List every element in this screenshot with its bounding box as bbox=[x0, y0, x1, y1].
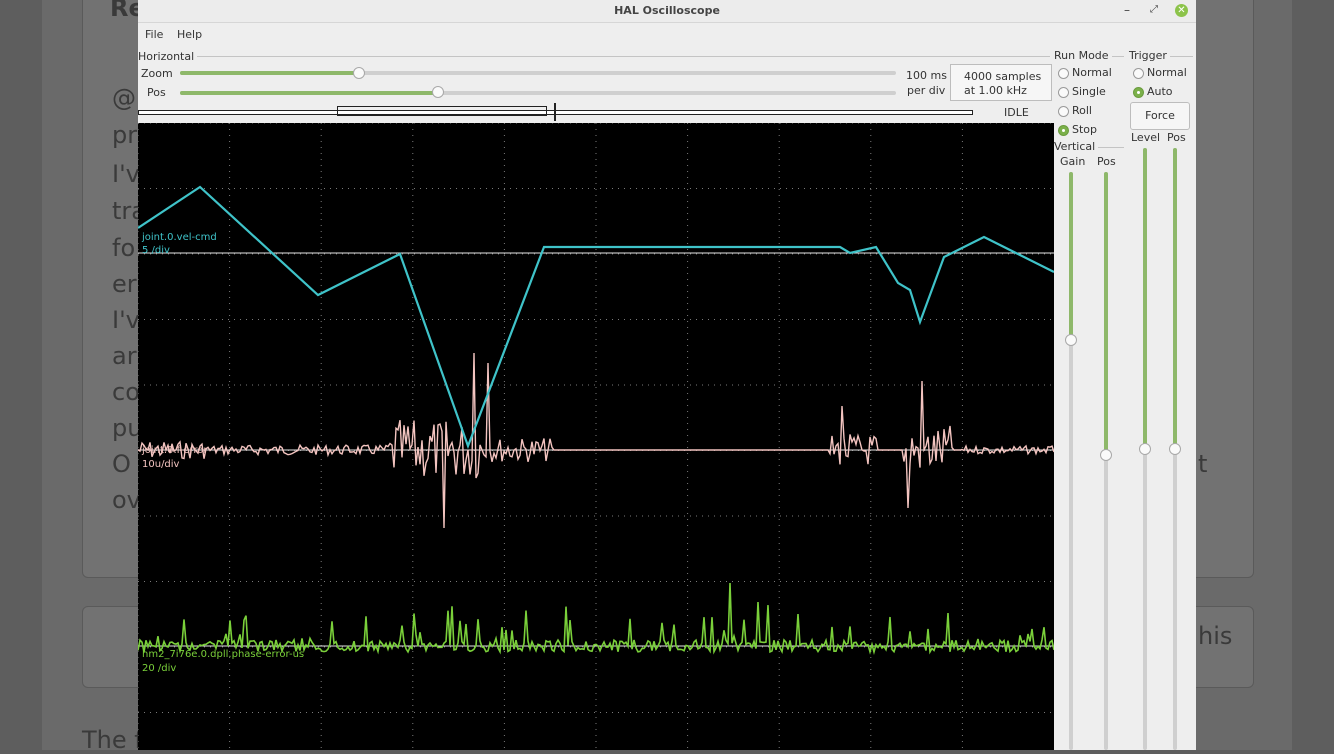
background-text: co bbox=[112, 378, 140, 406]
trigger-level-label: Level bbox=[1131, 131, 1161, 144]
background-text: @ bbox=[112, 84, 136, 112]
gain-slider[interactable] bbox=[1069, 172, 1073, 750]
background-text: pr bbox=[112, 121, 138, 149]
trigger-point-marker bbox=[554, 103, 556, 121]
run-mode-normal-label[interactable]: Normal bbox=[1072, 66, 1112, 79]
window-title: HAL Oscilloscope bbox=[614, 4, 720, 17]
pos-label: Pos bbox=[147, 86, 166, 99]
vertical-pos-label: Pos bbox=[1097, 155, 1116, 168]
gain-slider-fill bbox=[1069, 172, 1073, 340]
horizontal-label: Horizontal bbox=[138, 50, 198, 63]
zoom-slider[interactable] bbox=[180, 71, 896, 75]
trigger-level-slider-fill bbox=[1143, 148, 1147, 449]
run-mode-roll-label[interactable]: Roll bbox=[1072, 104, 1092, 117]
channel-3-scale: 20 /div bbox=[142, 663, 176, 674]
run-mode-label: Run Mode bbox=[1054, 49, 1112, 62]
scope-display[interactable]: joint.0.vel-cmd 5 /div joint.0.f-error 1… bbox=[138, 122, 1055, 750]
title-bar[interactable]: HAL Oscilloscope – ⤢ ✕ bbox=[138, 0, 1196, 23]
background-text: fo bbox=[112, 234, 136, 262]
pos-slider-fill bbox=[180, 91, 438, 95]
background-text: ov bbox=[112, 486, 141, 514]
zoom-slider-handle[interactable] bbox=[353, 67, 365, 79]
sample-rate: at 1.00 kHz bbox=[964, 84, 1027, 97]
scope-status: IDLE bbox=[1004, 106, 1029, 119]
close-icon[interactable]: ✕ bbox=[1175, 4, 1188, 17]
run-mode-single-label[interactable]: Single bbox=[1072, 85, 1106, 98]
horizontal-frame bbox=[138, 56, 1050, 57]
menu-help[interactable]: Help bbox=[177, 28, 202, 41]
force-trigger-button[interactable]: Force bbox=[1130, 102, 1190, 130]
background-text: t bbox=[1198, 450, 1208, 478]
maximize-icon[interactable]: ⤢ bbox=[1150, 4, 1158, 15]
run-mode-stop-label[interactable]: Stop bbox=[1072, 123, 1097, 136]
run-mode-roll-radio[interactable] bbox=[1058, 106, 1069, 117]
gain-label: Gain bbox=[1060, 155, 1086, 168]
background-text: I'v bbox=[112, 306, 140, 334]
channel-3-trace bbox=[138, 582, 1055, 655]
menu-file[interactable]: File bbox=[145, 28, 163, 41]
zoom-slider-fill bbox=[180, 71, 359, 75]
menu-bar: File Help bbox=[138, 23, 1196, 47]
background-text: O bbox=[112, 450, 131, 478]
run-mode-stop-radio[interactable] bbox=[1058, 125, 1069, 136]
zoom-label: Zoom bbox=[141, 67, 173, 80]
scope-plot: joint.0.vel-cmd 5 /div joint.0.f-error 1… bbox=[138, 122, 1055, 750]
background-text: his bbox=[1198, 622, 1233, 650]
gain-slider-handle[interactable] bbox=[1065, 333, 1077, 346]
time-scale-unit: per div bbox=[907, 84, 946, 97]
channel-1-scale: 5 /div bbox=[142, 245, 170, 256]
sample-count: 4000 samples bbox=[964, 70, 1042, 83]
vertical-label: Vertical bbox=[1054, 140, 1099, 153]
trigger-pos-slider-handle[interactable] bbox=[1169, 443, 1181, 455]
trigger-pos-slider-fill bbox=[1173, 148, 1177, 449]
oscilloscope-window: HAL Oscilloscope – ⤢ ✕ File Help Horizon… bbox=[138, 0, 1196, 750]
run-mode-normal-radio[interactable] bbox=[1058, 68, 1069, 79]
trigger-auto-radio[interactable] bbox=[1133, 87, 1144, 98]
trigger-label: Trigger bbox=[1129, 49, 1170, 62]
vertical-pos-slider-handle[interactable] bbox=[1100, 449, 1112, 462]
channel-1-name: joint.0.vel-cmd bbox=[141, 232, 217, 243]
trigger-level-slider-handle[interactable] bbox=[1139, 443, 1151, 455]
background-text: er bbox=[112, 270, 137, 298]
time-scale-value: 100 ms bbox=[906, 69, 947, 82]
channel-2-name: joint.0.f-error bbox=[141, 445, 208, 456]
background-text: ar bbox=[112, 342, 137, 370]
trigger-pos-label: Pos bbox=[1167, 131, 1186, 144]
sample-info-box: 4000 samples at 1.00 kHz bbox=[950, 64, 1052, 101]
background-text: I'v bbox=[112, 160, 140, 188]
trigger-auto-label[interactable]: Auto bbox=[1147, 85, 1173, 98]
run-mode-single-radio[interactable] bbox=[1058, 87, 1069, 98]
channel-2-scale: 10u/div bbox=[142, 459, 180, 470]
pos-slider-handle[interactable] bbox=[431, 86, 444, 98]
trigger-normal-radio[interactable] bbox=[1133, 68, 1144, 79]
trigger-normal-label[interactable]: Normal bbox=[1147, 66, 1187, 79]
vertical-pos-slider-fill bbox=[1104, 172, 1108, 456]
channel-3-name: hm2_7i76e.0.dpll.phase-error-us bbox=[142, 649, 304, 660]
minimize-icon[interactable]: – bbox=[1124, 3, 1130, 17]
pos-slider[interactable] bbox=[180, 91, 896, 95]
record-window-marker[interactable] bbox=[337, 106, 547, 116]
